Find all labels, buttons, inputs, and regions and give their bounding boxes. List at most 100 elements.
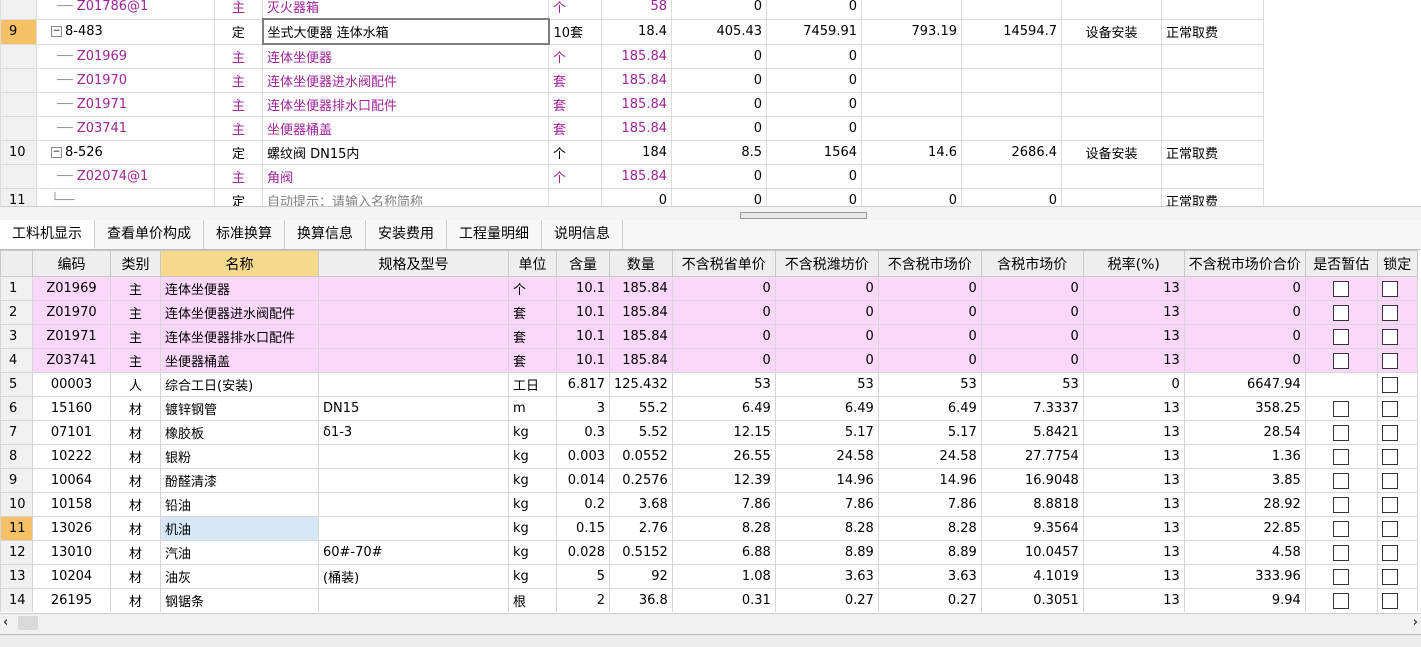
- p1-cell[interactable]: 1.08: [671, 564, 776, 589]
- lock-checkbox[interactable]: [1381, 520, 1398, 537]
- code-cell[interactable]: ── Z01969: [36, 43, 215, 69]
- qty-cell[interactable]: 185.84: [601, 68, 672, 93]
- p1-cell[interactable]: 0: [671, 348, 776, 373]
- tax-cell[interactable]: 13: [1082, 324, 1185, 349]
- value-cell[interactable]: [861, 43, 962, 69]
- content-cell[interactable]: 10.1: [556, 324, 610, 349]
- lock-checkbox[interactable]: [1381, 472, 1398, 489]
- code-cell[interactable]: Z01970: [32, 300, 111, 325]
- total-cell[interactable]: 0: [1183, 300, 1306, 325]
- type-cell[interactable]: 材: [110, 420, 161, 445]
- p3-cell[interactable]: 0: [877, 276, 982, 301]
- content-cell[interactable]: 6.817: [556, 372, 610, 397]
- tax-cell[interactable]: 13: [1082, 348, 1185, 373]
- p4-cell[interactable]: 10.0457: [980, 540, 1084, 565]
- type-cell[interactable]: 主: [214, 68, 263, 93]
- column-header[interactable]: 含量: [556, 250, 610, 277]
- unit-cell[interactable]: 套: [508, 300, 557, 325]
- value-cell[interactable]: 0: [766, 0, 862, 20]
- estimate-checkbox[interactable]: [1333, 544, 1350, 561]
- lock-cell[interactable]: [1376, 276, 1418, 301]
- specialty-cell[interactable]: [1061, 92, 1162, 117]
- fee-cell[interactable]: [1161, 68, 1264, 93]
- material-row[interactable]: 13 10204 材油灰 (桶装) kg 5 92 1.08 3.63 3.63 4.1019 13 3…: [0, 564, 1418, 589]
- qty-cell[interactable]: 184: [601, 140, 672, 165]
- tab-2[interactable]: 标准换算: [204, 220, 285, 249]
- total-cell[interactable]: 28.54: [1183, 420, 1306, 445]
- code-cell[interactable]: ── Z02074@1: [36, 164, 215, 189]
- unit-cell[interactable]: 10套: [548, 18, 602, 45]
- row-number[interactable]: 13: [0, 564, 33, 589]
- spec-cell[interactable]: [318, 348, 509, 373]
- p1-cell[interactable]: 6.88: [671, 540, 776, 565]
- row-number[interactable]: 12: [0, 540, 33, 565]
- value-cell[interactable]: 0: [671, 92, 767, 117]
- type-cell[interactable]: 主: [110, 348, 161, 373]
- spec-cell[interactable]: [318, 588, 509, 612]
- estimate-checkbox[interactable]: [1333, 304, 1350, 321]
- name-cell[interactable]: 银粉: [160, 444, 319, 469]
- p2-cell[interactable]: 3.63: [774, 564, 879, 589]
- value-cell[interactable]: 0: [766, 164, 862, 189]
- code-cell[interactable]: 10158: [32, 492, 111, 517]
- estimate-checkbox[interactable]: [1333, 568, 1350, 585]
- unit-cell[interactable]: 套: [548, 116, 602, 141]
- type-cell[interactable]: 主: [214, 0, 263, 20]
- qty-cell[interactable]: 58: [601, 0, 672, 20]
- specialty-cell[interactable]: [1061, 0, 1162, 20]
- column-header[interactable]: 锁定: [1376, 250, 1418, 277]
- panel-splitter[interactable]: [0, 206, 1421, 221]
- p1-cell[interactable]: 12.15: [671, 420, 776, 445]
- p3-cell[interactable]: 8.28: [877, 516, 982, 541]
- qty-cell[interactable]: 185.84: [601, 43, 672, 69]
- name-cell[interactable]: 钢锯条: [160, 588, 319, 612]
- lock-checkbox[interactable]: [1381, 448, 1398, 465]
- content-cell[interactable]: 0.3: [556, 420, 610, 445]
- spec-cell[interactable]: [318, 372, 509, 397]
- material-row[interactable]: 7 07101 材橡胶板 δ1-3 kg 0.3 5.52 12.15 5.17 5.17 5.84…: [0, 420, 1418, 445]
- type-cell[interactable]: 材: [110, 468, 161, 493]
- estimate-cell[interactable]: [1304, 420, 1378, 445]
- name-cell[interactable]: 连体坐便器进水阀配件: [160, 300, 319, 325]
- type-cell[interactable]: 定: [214, 18, 263, 45]
- unit-cell[interactable]: 根: [508, 588, 557, 612]
- p3-cell[interactable]: 8.89: [877, 540, 982, 565]
- p1-cell[interactable]: 7.86: [671, 492, 776, 517]
- name-cell[interactable]: 橡胶板: [160, 420, 319, 445]
- tax-cell[interactable]: 13: [1082, 540, 1185, 565]
- name-cell[interactable]: 机油: [160, 516, 319, 541]
- type-cell[interactable]: 主: [214, 116, 263, 141]
- estimate-cell[interactable]: [1304, 564, 1378, 589]
- value-cell[interactable]: 0: [766, 68, 862, 93]
- type-cell[interactable]: 主: [110, 276, 161, 301]
- lock-cell[interactable]: [1376, 300, 1418, 325]
- p2-cell[interactable]: 0: [774, 324, 879, 349]
- tax-cell[interactable]: 13: [1082, 516, 1185, 541]
- type-cell[interactable]: 主: [110, 324, 161, 349]
- row-number[interactable]: 10: [0, 140, 37, 165]
- type-cell[interactable]: 主: [214, 43, 263, 69]
- value-cell[interactable]: 0: [671, 116, 767, 141]
- specialty-cell[interactable]: 设备安装: [1061, 18, 1162, 45]
- p1-cell[interactable]: 12.39: [671, 468, 776, 493]
- total-cell[interactable]: 1.36: [1183, 444, 1306, 469]
- value-cell[interactable]: [861, 164, 962, 189]
- quota-row[interactable]: 10−8-526 定螺纹阀 DN15内个 184 8.5 1564 14.6 2686.4 设…: [0, 140, 1264, 165]
- code-cell[interactable]: ── Z01786@1: [36, 0, 215, 20]
- estimate-checkbox[interactable]: [1333, 352, 1350, 369]
- row-number[interactable]: 9: [0, 468, 33, 493]
- fee-cell[interactable]: 正常取费: [1161, 140, 1264, 165]
- p4-cell[interactable]: 4.1019: [980, 564, 1084, 589]
- unit-cell[interactable]: 个: [508, 276, 557, 301]
- column-header[interactable]: 名称: [160, 250, 319, 277]
- type-cell[interactable]: 材: [110, 444, 161, 469]
- code-cell[interactable]: 13026: [32, 516, 111, 541]
- qty-cell[interactable]: 185.84: [609, 324, 673, 349]
- value-cell[interactable]: 0: [671, 68, 767, 93]
- type-cell[interactable]: 材: [110, 540, 161, 565]
- unit-cell[interactable]: 个: [548, 43, 602, 69]
- p3-cell[interactable]: 3.63: [877, 564, 982, 589]
- tax-cell[interactable]: 13: [1082, 444, 1185, 469]
- lock-checkbox[interactable]: [1381, 568, 1398, 585]
- code-cell[interactable]: ── Z01971: [36, 92, 215, 117]
